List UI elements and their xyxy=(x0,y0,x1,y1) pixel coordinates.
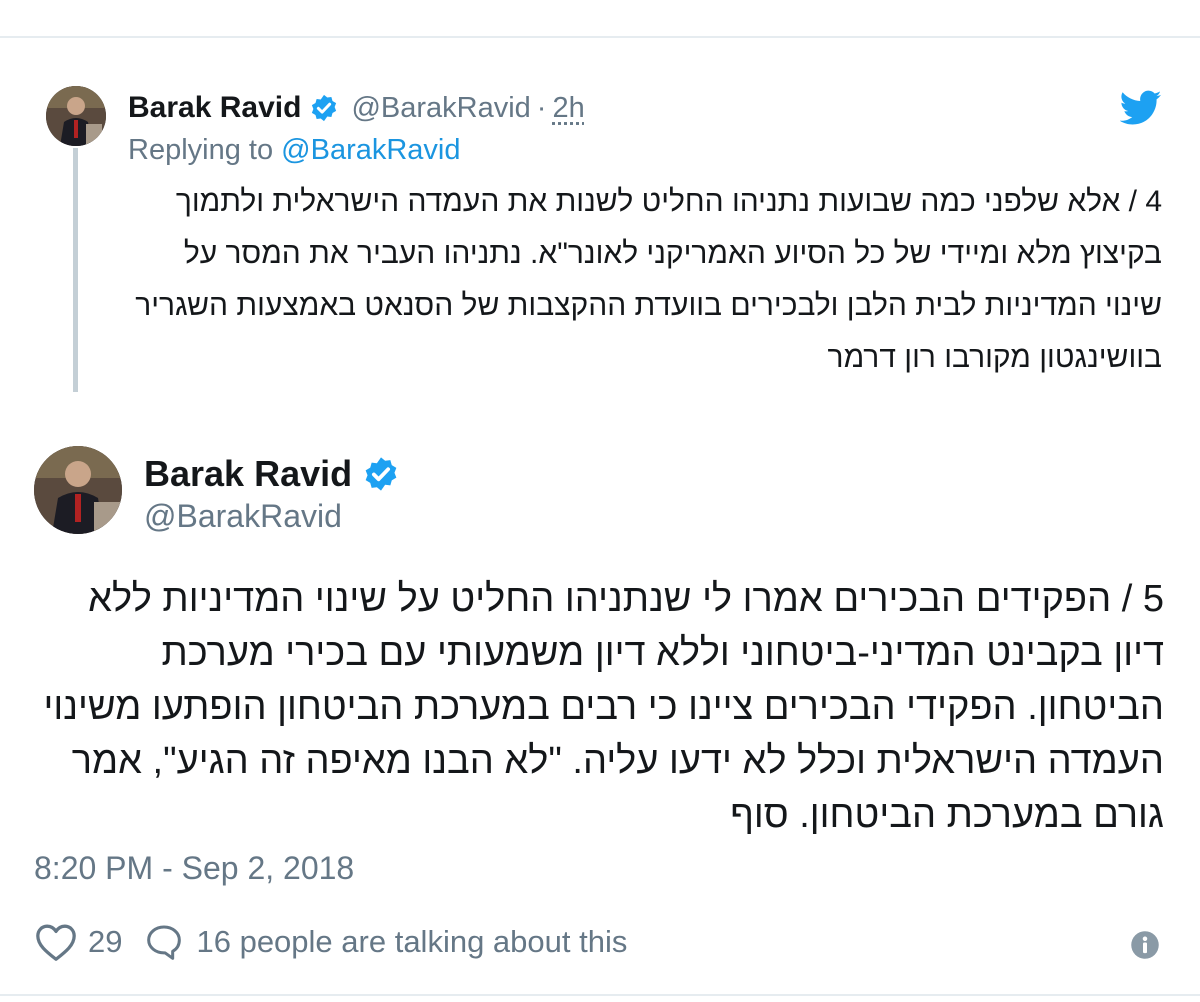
bottom-divider xyxy=(0,994,1200,996)
heart-icon[interactable] xyxy=(34,922,78,962)
talking-about-this-link[interactable]: 16 people are talking about this xyxy=(196,924,627,960)
info-icon[interactable] xyxy=(1130,930,1160,960)
replying-to-line: Replying to @BarakRavid xyxy=(128,134,461,167)
verified-badge-icon xyxy=(365,457,397,491)
tweet-actions-bar: 29 16 people are talking about this xyxy=(34,918,627,966)
like-count: 29 xyxy=(88,924,123,959)
reply-time-ago[interactable]: 2h xyxy=(552,92,584,125)
verified-badge-icon xyxy=(312,94,337,122)
reply-tweet-header: Barak Ravid @BarakRavid · 2h xyxy=(128,88,585,128)
replying-prefix: Replying to xyxy=(128,134,274,166)
reply-tweet-text: 4 / אלא שלפני כמה שבועות נתניהו החליט לש… xyxy=(135,185,1162,374)
main-author-name[interactable]: Barak Ravid xyxy=(144,453,352,495)
separator-dot: · xyxy=(536,91,547,124)
main-tweet-header: Barak Ravid xyxy=(144,452,400,496)
tweet-timestamp[interactable]: 8:20 PM - Sep 2, 2018 xyxy=(34,850,354,887)
avatar-photo xyxy=(34,446,122,534)
speech-bubble-icon[interactable] xyxy=(144,922,184,962)
replying-handle-link[interactable]: @BarakRavid xyxy=(281,134,460,166)
main-author-avatar[interactable] xyxy=(34,446,122,534)
reply-author-avatar[interactable] xyxy=(46,86,106,146)
avatar-photo xyxy=(46,86,106,146)
top-divider xyxy=(0,36,1200,38)
main-tweet-text: 5 / הפקידים הבכירים אמרו לי שנתניהו החלי… xyxy=(43,578,1165,836)
main-author-handle[interactable]: @BarakRavid xyxy=(144,498,342,535)
thread-connector-line xyxy=(73,148,78,392)
reply-author-handle[interactable]: @BarakRavid xyxy=(351,92,530,125)
twitter-bird-icon[interactable] xyxy=(1120,90,1162,126)
reply-author-name[interactable]: Barak Ravid xyxy=(128,91,301,125)
